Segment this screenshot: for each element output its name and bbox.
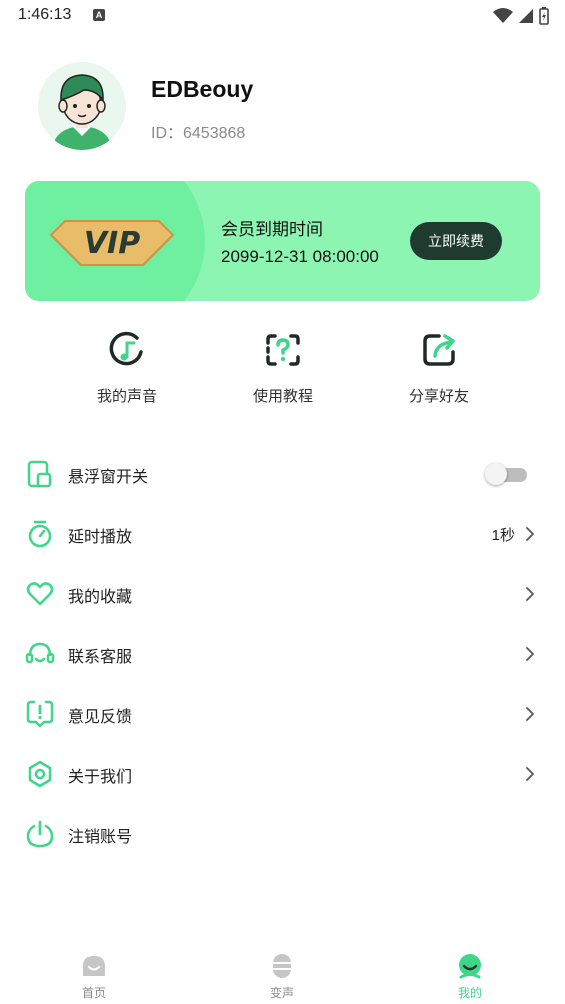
delay-value: 1秒 (491, 527, 515, 544)
vip-expire-date: 2099-12-31 08:00:00 (221, 247, 379, 266)
chevron-right-icon (526, 647, 534, 661)
status-time: 1:46:13 (18, 6, 72, 23)
user-id: ID：6453868 (151, 125, 246, 142)
bottom-nav: 首页 变声 我的 (0, 944, 565, 1004)
nav-home[interactable]: 首页 (44, 952, 144, 1001)
menu-label: 意见反馈 (68, 707, 133, 726)
quick-label: 我的声音 (96, 387, 157, 405)
nav-label: 我的 (457, 986, 482, 1000)
signal-icon (519, 9, 533, 23)
chevron-right-icon (526, 707, 534, 721)
nav-label: 首页 (81, 986, 106, 1000)
nav-label: 变声 (269, 986, 294, 1000)
vip-card[interactable]: VIP 会员到期时间 2099-12-31 08:00:00 立即续费 (25, 181, 540, 301)
chevron-right-icon (526, 767, 534, 781)
status-bar: 1:46:13 A (0, 0, 565, 32)
nav-mine[interactable]: 我的 (420, 952, 520, 1001)
quick-share[interactable]: 分享好友 (384, 330, 494, 406)
menu-delete-account[interactable]: 注销账号 (0, 804, 565, 864)
power-icon (26, 820, 54, 848)
status-icons (493, 6, 549, 26)
music-note-icon (109, 331, 143, 366)
renew-button[interactable]: 立即续费 (410, 222, 502, 260)
voice-change-icon (273, 954, 291, 978)
vip-expire-label: 会员到期时间 (221, 220, 323, 240)
menu-label: 延时播放 (68, 527, 133, 546)
quick-my-voice[interactable]: 我的声音 (72, 330, 182, 406)
menu-label: 悬浮窗开关 (68, 467, 149, 486)
notification-a-icon: A (93, 9, 105, 21)
battery-icon (539, 7, 549, 25)
menu-label: 我的收藏 (68, 587, 133, 606)
mine-icon (459, 954, 481, 979)
menu-about-us[interactable]: 关于我们 (0, 744, 565, 804)
menu-delay-play[interactable]: 延时播放 1秒 (0, 504, 565, 564)
menu-floating-window[interactable]: 悬浮窗开关 (0, 444, 565, 504)
home-icon (83, 956, 105, 976)
toggle-thumb (485, 463, 507, 485)
feedback-icon (26, 700, 54, 728)
nav-voice-change[interactable]: 变声 (232, 952, 332, 1001)
share-icon (423, 334, 455, 366)
menu-feedback[interactable]: 意见反馈 (0, 684, 565, 744)
quick-label: 分享好友 (408, 387, 469, 405)
wifi-icon (493, 8, 513, 23)
username: EDBeouy (151, 76, 254, 102)
avatar-illustration (38, 62, 126, 150)
headset-icon (25, 642, 55, 664)
floating-window-toggle[interactable] (485, 463, 527, 485)
vip-badge-icon: VIP (49, 220, 175, 266)
heart-icon (26, 582, 54, 606)
question-icon (266, 334, 300, 366)
chevron-right-icon (526, 527, 534, 541)
floating-window-icon (27, 460, 52, 488)
quick-tutorial[interactable]: 使用教程 (228, 330, 338, 406)
menu-customer-service[interactable]: 联系客服 (0, 624, 565, 684)
vip-badge-text: VIP (84, 226, 140, 261)
quick-label: 使用教程 (252, 387, 313, 405)
menu-favorites[interactable]: 我的收藏 (0, 564, 565, 624)
menu-label: 联系客服 (68, 647, 133, 666)
menu-label: 注销账号 (68, 827, 133, 846)
avatar[interactable] (38, 62, 126, 150)
timer-icon (28, 520, 52, 548)
menu-label: 关于我们 (68, 767, 133, 786)
hexagon-icon (28, 760, 52, 788)
chevron-right-icon (526, 587, 534, 601)
